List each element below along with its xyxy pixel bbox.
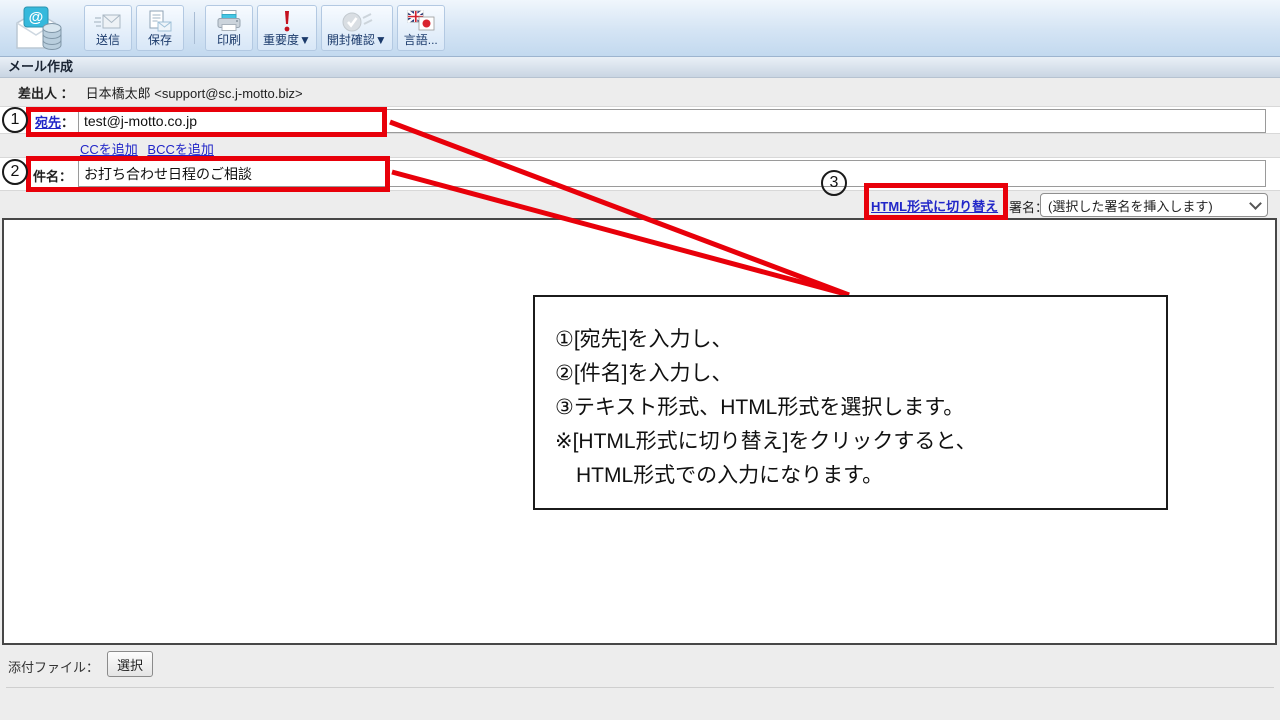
printer-icon (215, 8, 243, 33)
svg-text:@: @ (29, 9, 44, 26)
read-receipt-button-label: 開封確認▼ (326, 33, 387, 47)
save-draft-icon (147, 8, 173, 33)
from-row: 差出人 ： 日本橋太郎 <support@sc.j-motto.biz> (0, 79, 1280, 106)
language-button-label: 言語... (403, 33, 438, 47)
note-line: ③テキスト形式、HTML形式を選択します。 (555, 396, 965, 419)
from-value: 日本橋太郎 <support@sc.j-motto.biz> (85, 86, 303, 101)
attachment-select-button[interactable]: 選択 (107, 651, 153, 677)
to-label-wrap: 宛先： (35, 112, 74, 131)
importance-button[interactable]: 重要度▼ (257, 5, 317, 51)
note-line: ①[宛先]を入力し、 (555, 328, 733, 351)
callout-number-2: 2 (2, 159, 28, 185)
to-addressbook-link[interactable]: 宛先 (35, 115, 61, 130)
importance-exclamation-icon (280, 8, 294, 33)
signature-select[interactable]: (選択した署名を挿入します) (1040, 193, 1268, 217)
send-button[interactable]: 送信 (84, 5, 132, 51)
save-button-label: 保存 (147, 33, 172, 47)
add-cc-link[interactable]: CCを追加 (80, 142, 138, 157)
note-line: ②[件名]を入力し、 (555, 362, 733, 385)
note-line: HTML形式での入力になります。 (555, 464, 884, 487)
language-button[interactable]: 言語... (396, 5, 445, 51)
cc-bcc-row: CCを追加 BCCを追加 (80, 139, 220, 158)
from-label: 差出人 ： (18, 86, 74, 101)
page-title: メール作成 (0, 57, 1280, 78)
add-bcc-link[interactable]: BCCを追加 (147, 142, 213, 157)
toolbar: @ 送信 保存 印刷 重要度▼ 開封確認▼ 言語... (0, 0, 1280, 57)
annotation-note-box: ①[宛先]を入力し、 ②[件名]を入力し、 ③テキスト形式、HTML形式を選択し… (533, 295, 1168, 510)
read-receipt-button[interactable]: 開封確認▼ (320, 5, 393, 51)
read-receipt-check-icon (341, 8, 373, 33)
save-button[interactable]: 保存 (136, 5, 184, 51)
bottom-divider (6, 687, 1274, 688)
send-envelope-icon (93, 8, 123, 33)
chevron-down-icon (1249, 196, 1262, 210)
to-input[interactable] (78, 109, 1266, 133)
subject-label: 件名： (33, 169, 73, 184)
subject-input[interactable] (78, 160, 1266, 187)
language-flags-icon (406, 8, 436, 33)
callout-number-3: 3 (821, 170, 847, 196)
importance-button-label: 重要度▼ (263, 33, 311, 47)
toolbar-separator (194, 12, 195, 44)
to-label-separator: ： (61, 115, 75, 130)
send-button-label: 送信 (95, 33, 120, 47)
print-button[interactable]: 印刷 (205, 5, 253, 51)
print-button-label: 印刷 (216, 33, 241, 47)
html-format-toggle-link[interactable]: HTML形式に切り替え (871, 196, 998, 215)
webmail-app-icon: @ (16, 6, 62, 50)
note-line: ※[HTML形式に切り替え]をクリックすると、 (555, 430, 977, 453)
signature-selected-option: (選択した署名を挿入します) (1048, 198, 1213, 214)
attachment-label: 添付ファイル： (8, 660, 100, 675)
webmail-compose-screen: @ 送信 保存 印刷 重要度▼ 開封確認▼ 言語... メール作成 差出人 ： … (0, 0, 1280, 720)
callout-number-1: 1 (2, 107, 28, 133)
